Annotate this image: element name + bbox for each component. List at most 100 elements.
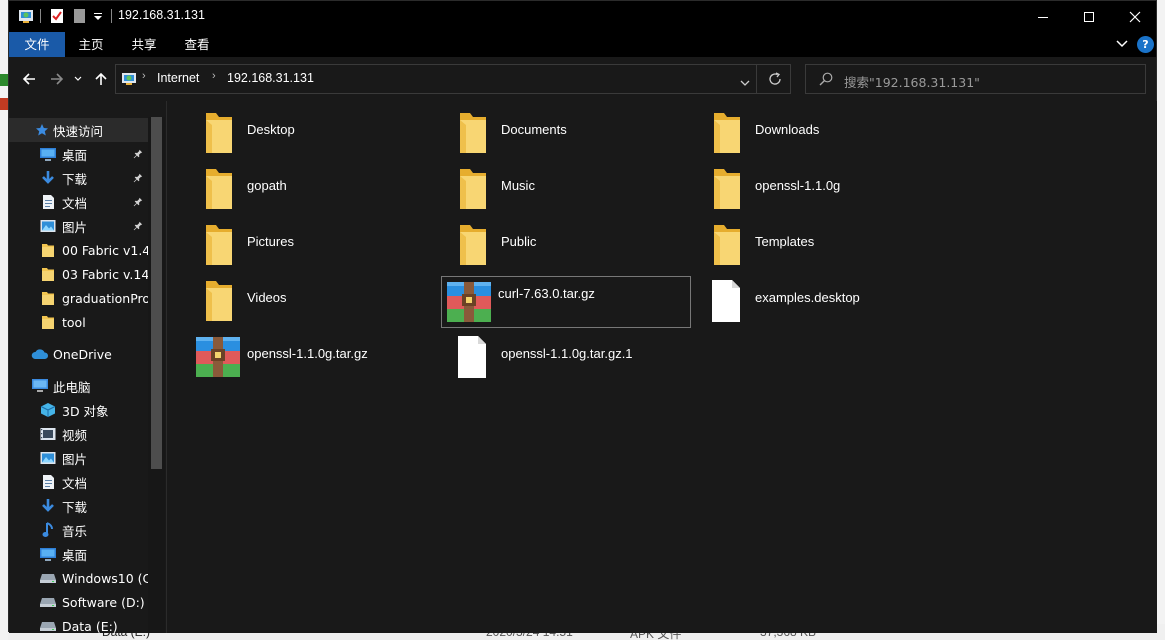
sidebar-item[interactable]: 下载 bbox=[9, 494, 149, 518]
folder-item[interactable]: Public bbox=[428, 217, 678, 269]
separator bbox=[109, 7, 113, 25]
pin-icon bbox=[133, 219, 143, 234]
breadcrumb-internet[interactable]: Internet bbox=[157, 71, 199, 85]
sidebar-item-label: 图片 bbox=[62, 451, 88, 467]
sidebar-item[interactable]: Windows10 (C: bbox=[9, 566, 149, 590]
folder-item[interactable]: Desktop bbox=[174, 105, 424, 157]
address-dropdown-chevron-icon[interactable] bbox=[740, 75, 750, 90]
sidebar-item[interactable]: 03 Fabric v.14 i bbox=[9, 262, 149, 286]
tab-view[interactable]: 查看 bbox=[173, 32, 221, 57]
folder-item[interactable]: Templates bbox=[682, 217, 932, 269]
refresh-icon[interactable] bbox=[768, 72, 782, 89]
sidebar-item-label: 03 Fabric v.14 i bbox=[62, 266, 149, 282]
sidebar-item-label: graduationProj bbox=[62, 290, 149, 306]
file-item[interactable]: openssl-1.1.0g.tar.gz.1 bbox=[428, 329, 678, 381]
sidebar-item[interactable]: 00 Fabric v1.4 ! bbox=[9, 238, 149, 262]
up-arrow-icon bbox=[95, 72, 107, 85]
file-item[interactable]: curl-7.63.0.tar.gz bbox=[441, 276, 691, 328]
file-item[interactable]: examples.desktop bbox=[682, 273, 932, 325]
sidebar-item-label: Windows10 (C: bbox=[62, 570, 149, 586]
sidebar-item-label: tool bbox=[62, 314, 86, 330]
sidebar-item-label: 文档 bbox=[62, 195, 88, 211]
new-folder-icon[interactable] bbox=[71, 7, 87, 25]
file-name: Desktop bbox=[247, 122, 295, 137]
pin-icon bbox=[133, 195, 143, 210]
sidebar-item-this-pc[interactable]: 此电脑 bbox=[9, 374, 149, 398]
archive-icon bbox=[445, 280, 493, 324]
sidebar-item[interactable]: tool bbox=[9, 310, 149, 334]
folder-icon bbox=[39, 241, 57, 259]
folder-icon bbox=[194, 167, 242, 211]
download-icon bbox=[39, 497, 57, 515]
folder-item[interactable]: Downloads bbox=[682, 105, 932, 157]
file-name: examples.desktop bbox=[755, 290, 860, 305]
sidebar-item-label: Software (D:) bbox=[62, 594, 145, 610]
folder-icon bbox=[194, 111, 242, 155]
sidebar-item[interactable]: 桌面 bbox=[9, 142, 149, 166]
sidebar-item[interactable]: 文档 bbox=[9, 470, 149, 494]
recent-locations-button[interactable] bbox=[71, 69, 85, 89]
sidebar-item-onedrive[interactable]: OneDrive bbox=[9, 342, 149, 366]
sidebar-item[interactable]: 文档 bbox=[9, 190, 149, 214]
tab-home[interactable]: 主页 bbox=[67, 32, 115, 57]
file-name: curl-7.63.0.tar.gz bbox=[498, 286, 595, 301]
sidebar-item[interactable]: 3D 对象 bbox=[9, 398, 149, 422]
drive-icon bbox=[39, 569, 57, 587]
address-bar[interactable]: › Internet › 192.168.31.131 bbox=[115, 64, 791, 94]
customize-toolbar-chevron-icon[interactable] bbox=[91, 7, 105, 25]
navigation-scrollbar[interactable] bbox=[148, 117, 165, 633]
file-list: Desktop Documents Downloads gopath Music open… bbox=[167, 101, 1157, 633]
tab-file[interactable]: 文件 bbox=[9, 32, 65, 57]
picture-icon bbox=[39, 449, 57, 467]
breadcrumb-separator-icon: › bbox=[212, 70, 216, 82]
sidebar-item[interactable]: Software (D:) bbox=[9, 590, 149, 614]
window-title: 192.168.31.131 bbox=[118, 8, 205, 22]
sidebar-item-quick-access[interactable]: 快速访问 bbox=[9, 118, 149, 142]
file-name: openssl-1.1.0g.tar.gz.1 bbox=[501, 346, 633, 361]
sidebar-item[interactable]: 图片 bbox=[9, 446, 149, 470]
maximize-icon bbox=[1084, 11, 1094, 22]
minimize-button[interactable] bbox=[1020, 1, 1066, 32]
folder-item[interactable]: Videos bbox=[174, 273, 424, 325]
title-bar: 192.168.31.131 bbox=[9, 1, 1156, 32]
sidebar-item[interactable]: graduationProj bbox=[9, 286, 149, 310]
separator bbox=[38, 7, 42, 25]
folder-icon bbox=[702, 111, 750, 155]
folder-item[interactable]: Documents bbox=[428, 105, 678, 157]
folder-item[interactable]: openssl-1.1.0g bbox=[682, 161, 932, 213]
maximize-button[interactable] bbox=[1066, 1, 1112, 32]
scrollbar-thumb[interactable] bbox=[151, 117, 162, 469]
tab-share[interactable]: 共享 bbox=[120, 32, 168, 57]
picture-icon bbox=[39, 217, 57, 235]
up-button[interactable] bbox=[91, 69, 111, 89]
file-name: Documents bbox=[501, 122, 567, 137]
sidebar-item-label: 此电脑 bbox=[53, 379, 91, 395]
properties-icon[interactable] bbox=[49, 7, 65, 25]
drive-icon bbox=[39, 617, 57, 633]
sidebar-item-label: 3D 对象 bbox=[62, 403, 109, 419]
sidebar-item[interactable]: 下载 bbox=[9, 166, 149, 190]
sidebar-item[interactable]: 图片 bbox=[9, 214, 149, 238]
folder-icon bbox=[702, 167, 750, 211]
breadcrumb-host[interactable]: 192.168.31.131 bbox=[227, 71, 314, 85]
forward-button[interactable] bbox=[47, 69, 67, 89]
chevron-down-icon bbox=[74, 76, 82, 81]
folder-item[interactable]: Music bbox=[428, 161, 678, 213]
expand-ribbon-chevron-icon[interactable] bbox=[1115, 37, 1129, 51]
search-icon bbox=[819, 72, 833, 89]
file-item[interactable]: openssl-1.1.0g.tar.gz bbox=[174, 329, 424, 381]
sidebar-item[interactable]: Data (E:) bbox=[9, 614, 149, 633]
search-input[interactable]: 搜索"192.168.31.131" bbox=[805, 64, 1146, 94]
folder-item[interactable]: Pictures bbox=[174, 217, 424, 269]
close-button[interactable] bbox=[1112, 1, 1158, 32]
sidebar-item[interactable]: 音乐 bbox=[9, 518, 149, 542]
help-icon[interactable]: ? bbox=[1137, 36, 1154, 53]
folder-icon bbox=[448, 167, 496, 211]
sidebar-item[interactable]: 桌面 bbox=[9, 542, 149, 566]
folder-item[interactable]: gopath bbox=[174, 161, 424, 213]
sidebar-item[interactable]: 视频 bbox=[9, 422, 149, 446]
file-name: openssl-1.1.0g bbox=[755, 178, 841, 193]
back-button[interactable] bbox=[19, 69, 39, 89]
folder-icon bbox=[448, 223, 496, 267]
app-icon[interactable] bbox=[17, 7, 35, 25]
